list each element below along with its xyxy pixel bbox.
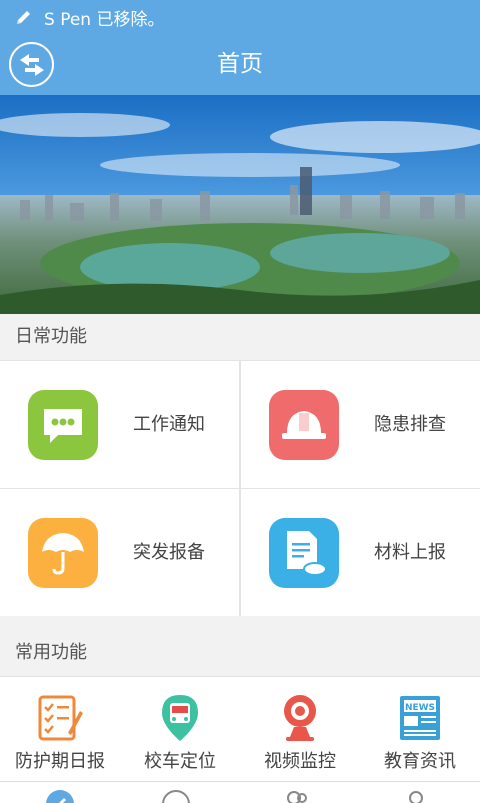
work-notice-label: 工作通知 xyxy=(133,414,205,435)
emergency-report-label: 突发报备 xyxy=(133,542,205,563)
pen-icon xyxy=(17,11,30,24)
hard-hat-icon xyxy=(269,390,339,460)
common-functions-row: 防护期日报 校车定位 视频监控 NEWS 教育资讯 xyxy=(0,676,480,781)
bus-location-item[interactable]: 校车定位 xyxy=(120,677,240,782)
daily-functions-grid: 工作通知 隐患排查 突发报备 材料上报 xyxy=(0,360,480,616)
daily-report-item[interactable]: 防护期日报 xyxy=(0,677,120,782)
education-news-item[interactable]: NEWS 教育资讯 xyxy=(360,677,480,782)
bottom-tab-bar xyxy=(0,781,480,803)
status-bar: S Pen 已移除。 xyxy=(0,0,480,34)
news-icon: NEWS xyxy=(400,696,440,740)
material-submit-tile[interactable]: 材料上报 xyxy=(241,489,480,616)
banner-image[interactable] xyxy=(0,95,480,314)
video-monitor-label: 视频监控 xyxy=(264,751,336,772)
tab-home-icon[interactable] xyxy=(44,788,76,803)
section-daily-header: 日常功能 xyxy=(0,314,480,360)
emergency-report-tile[interactable]: 突发报备 xyxy=(0,489,239,616)
material-submit-label: 材料上报 xyxy=(374,542,446,563)
bus-location-icon xyxy=(162,695,198,741)
video-monitor-item[interactable]: 视频监控 xyxy=(240,677,360,782)
message-dots-icon xyxy=(28,390,98,460)
app-bar: 首页 xyxy=(0,34,480,95)
svg-text:NEWS: NEWS xyxy=(405,703,435,713)
page-title: 首页 xyxy=(217,51,263,77)
report-checklist-icon xyxy=(38,695,83,741)
city-panorama-image xyxy=(0,95,480,314)
education-news-label: 教育资讯 xyxy=(384,751,456,772)
status-text: S Pen 已移除。 xyxy=(44,9,165,30)
hazard-check-tile[interactable]: 隐患排查 xyxy=(241,361,480,488)
work-notice-tile[interactable]: 工作通知 xyxy=(0,361,239,488)
document-cloud-icon xyxy=(269,518,339,588)
webcam-icon xyxy=(284,695,316,741)
daily-report-label: 防护期日报 xyxy=(15,751,105,772)
tab-discover-icon[interactable] xyxy=(160,788,192,803)
tab-profile-icon[interactable] xyxy=(400,788,432,803)
bus-location-label: 校车定位 xyxy=(144,751,216,772)
tab-contacts-icon[interactable] xyxy=(280,788,312,803)
hazard-check-label: 隐患排查 xyxy=(374,414,446,435)
umbrella-icon xyxy=(28,518,98,588)
section-common-header: 常用功能 xyxy=(0,630,480,676)
